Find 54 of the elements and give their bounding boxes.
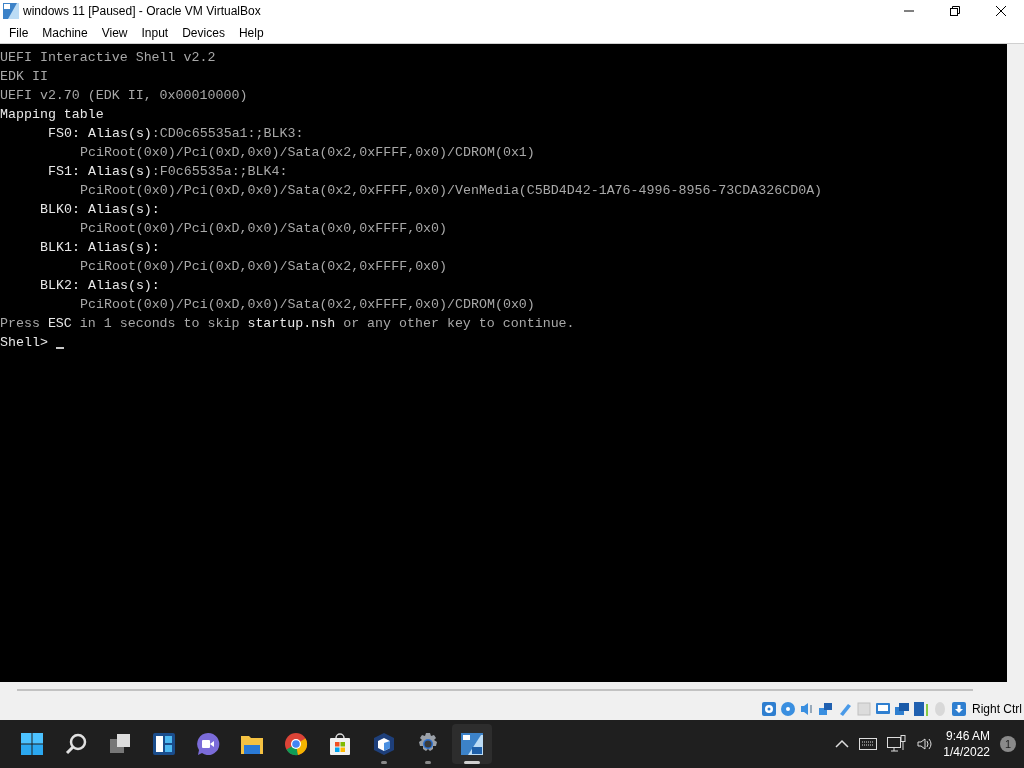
widgets-icon xyxy=(152,732,176,756)
terminal-line: Mapping table xyxy=(0,106,104,124)
alias-text: Alias(s):CD0c65535a1:;BLK3: xyxy=(88,125,304,143)
alias-text: Alias(s):F0c65535a:;BLK4: xyxy=(88,163,288,181)
menu-item[interactable]: Machine xyxy=(35,22,95,43)
clock-date[interactable]: 1/4/2022 xyxy=(943,744,990,760)
virtual-machine-icon xyxy=(460,732,484,756)
chevron-up-icon[interactable] xyxy=(835,739,850,749)
terminal-line: UEFI v2.70 (EDK II, 0x00010000) xyxy=(0,87,248,105)
close-icon xyxy=(996,6,1006,16)
app-icon xyxy=(3,3,19,19)
speaker-icon[interactable] xyxy=(917,737,934,751)
device-name: BLK1: xyxy=(40,239,80,257)
shell-prompt: Shell> xyxy=(0,334,48,352)
terminal-line: EDK II xyxy=(0,68,48,86)
optical-disc-icon[interactable] xyxy=(780,701,796,717)
video-chat-icon xyxy=(196,732,220,756)
menu-item[interactable]: Input xyxy=(134,22,176,43)
vertical-scrollbar[interactable] xyxy=(1007,44,1024,682)
device-path: PciRoot(0x0)/Pci(0xD,0x0)/Sata(0x2,0xFFFF,0x0)/VenMedia(C5BD4D42-1A76-4996-8956-73CDA326CD0A) xyxy=(80,182,823,200)
device-path: PciRoot(0x0)/Pci(0xD,0x0)/Sata(0x2,0xFFFF,0x0)/CDROM(0x1) xyxy=(80,144,535,162)
device-name: BLK2: xyxy=(40,277,80,295)
search-icon xyxy=(64,732,88,756)
device-name: FS1: xyxy=(48,163,80,181)
alias-text: Alias(s): xyxy=(88,201,160,219)
cube-icon xyxy=(372,732,396,756)
taskbar-button[interactable] xyxy=(452,724,492,764)
menu-item[interactable]: Help xyxy=(231,22,271,43)
clock-time[interactable]: 9:46 AM xyxy=(945,728,990,744)
alias-text: Alias(s): xyxy=(88,239,160,257)
terminal-line: Press ESC in 1 seconds to skip startup.nsh or any other key to continue. xyxy=(0,315,575,333)
restore-icon xyxy=(950,6,960,16)
display-icon[interactable] xyxy=(875,701,891,717)
device-name: BLK0: xyxy=(40,201,80,219)
alias-text: Alias(s): xyxy=(88,277,160,295)
terminal-line: UEFI Interactive Shell v2.2 xyxy=(0,49,216,67)
window-title: windows 11 [Paused] - Oracle VM VirtualBox xyxy=(23,3,261,20)
host-key-label: Right Ctrl xyxy=(972,701,1022,718)
device-name: FS0: xyxy=(48,125,80,143)
menu-item[interactable]: View xyxy=(94,22,135,43)
windows-logo-icon xyxy=(20,732,44,756)
horizontal-scrollbar[interactable] xyxy=(17,689,973,691)
browser-icon xyxy=(284,732,308,756)
windows-stack-icon xyxy=(108,732,132,756)
shopping-bag-icon xyxy=(328,732,352,756)
keyboard-icon[interactable] xyxy=(859,738,878,750)
device-path: PciRoot(0x0)/Pci(0xD,0x0)/Sata(0x2,0xFFFF,0x0)/CDROM(0x0) xyxy=(80,296,535,314)
text-cursor xyxy=(55,347,64,349)
notification-count[interactable]: 1 xyxy=(1000,736,1016,752)
device-path: PciRoot(0x0)/Pci(0xD,0x0)/Sata(0x0,0xFFFF,0x0) xyxy=(80,220,448,238)
device-path: PciRoot(0x0)/Pci(0xD,0x0)/Sata(0x2,0xFFFF,0x0) xyxy=(80,258,448,276)
arrow-down-icon[interactable] xyxy=(951,701,967,717)
menu-item[interactable]: Devices xyxy=(175,22,232,43)
menu-item[interactable]: File xyxy=(2,22,36,43)
